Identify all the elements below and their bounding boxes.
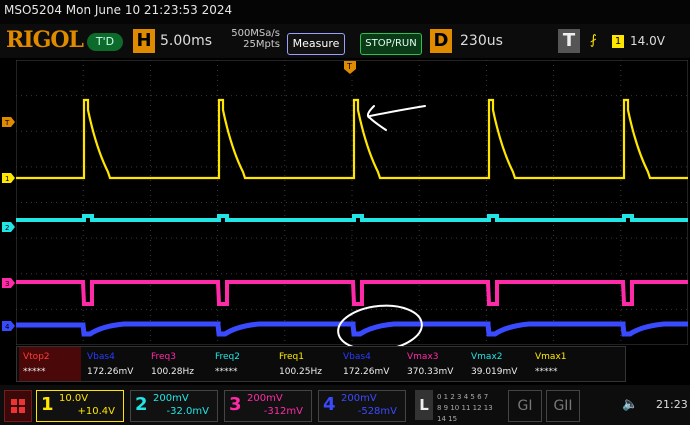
measurement-item[interactable]: Vbas4 172.26mV (339, 347, 401, 381)
measurement-name: Vmax1 (535, 352, 567, 362)
ch1-number: 1 (41, 394, 54, 415)
generator-1-button[interactable]: GI (508, 390, 542, 422)
svg-text:4: 4 (5, 323, 10, 331)
window-title: MSO5204 Mon June 10 21:23:53 2024 (4, 3, 233, 17)
ch4-scale: 200mV (341, 393, 377, 404)
measure-button[interactable]: Measure (287, 33, 345, 55)
measurement-item[interactable]: Vmax1 ***** (531, 347, 593, 381)
measurement-item[interactable]: Vmax2 39.019mV (467, 347, 529, 381)
logic-analyzer-button[interactable]: L (415, 390, 433, 420)
clock-time: 21:23 (656, 398, 688, 411)
ch3-number: 3 (229, 394, 242, 415)
trigger-level[interactable]: 14.0V (630, 34, 665, 48)
ch1-settings[interactable]: 1 10.0V +10.4V (36, 390, 124, 422)
svg-text:3: 3 (5, 280, 9, 288)
timebase-value[interactable]: 5.00ms (160, 33, 212, 49)
measurement-value: 39.019mV (471, 367, 518, 377)
horizontal-label[interactable]: H (133, 29, 155, 53)
ch2-settings[interactable]: 2 200mV -32.0mV (130, 390, 218, 422)
measurement-name: Vmax2 (471, 352, 503, 362)
arrow-annotation (366, 105, 426, 131)
ch3-scale: 200mV (247, 393, 283, 404)
ch2-number: 2 (135, 394, 148, 415)
trigger-level-marker[interactable]: T (2, 117, 15, 127)
measurement-item[interactable]: Vmax3 370.33mV (403, 347, 465, 381)
measurement-name: Vbas4 (343, 352, 371, 362)
ch1-marker[interactable]: 1 (2, 173, 15, 183)
channel-markers: T 1 2 3 4 (2, 117, 15, 331)
svg-text:2: 2 (5, 224, 9, 232)
rising-edge-icon: ⨏ (590, 33, 597, 48)
measurement-value: 100.25Hz (279, 367, 322, 377)
svg-text:T: T (346, 62, 352, 71)
logic-channels[interactable]: 0 1 2 3 4 5 6 7 8 9 10 11 12 13 14 15 (437, 392, 503, 425)
measurement-value: 172.26mV (343, 367, 390, 377)
ch2-scale: 200mV (153, 393, 189, 404)
ch1-scale: 10.0V (59, 393, 89, 404)
logic-channels-row1: 0 1 2 3 4 5 6 7 (437, 393, 489, 401)
measurement-name: Freq2 (215, 352, 241, 362)
measurement-item[interactable]: Freq2 ***** (211, 347, 273, 381)
measurement-bar: Vtop2 ***** Vbas4 172.26mV Freq3 100.28Hz Freq… (16, 346, 626, 382)
ch4-settings[interactable]: 4 200mV -528mV (318, 390, 406, 422)
delay-value[interactable]: 230us (460, 33, 503, 49)
trigger-label[interactable]: T (558, 29, 580, 53)
measurement-value: 172.26mV (87, 367, 134, 377)
ch3-offset: -312mV (263, 406, 303, 417)
measurement-name: Freq3 (151, 352, 177, 362)
measurement-name: Vtop2 (23, 352, 50, 362)
rigol-logo: RIGOL (6, 27, 84, 53)
menu-grid-icon[interactable] (4, 390, 32, 422)
measurement-item[interactable]: Freq1 100.25Hz (275, 347, 337, 381)
stop-run-button[interactable]: STOP/RUN (360, 33, 422, 55)
ch3-settings[interactable]: 3 200mV -312mV (224, 390, 312, 422)
svg-text:1: 1 (5, 175, 9, 183)
measurement-value: ***** (535, 367, 558, 377)
ch2-offset: -32.0mV (166, 406, 209, 417)
ch1-offset: +10.4V (77, 406, 116, 417)
trigger-source[interactable]: 1 (612, 35, 624, 48)
svg-text:T: T (4, 119, 10, 127)
speaker-icon[interactable]: 🔈 (622, 397, 638, 412)
measurement-name: Vbas4 (87, 352, 115, 362)
ch3-marker[interactable]: 3 (2, 278, 15, 288)
measurement-item[interactable]: Freq3 100.28Hz (147, 347, 209, 381)
measurement-value: ***** (215, 367, 238, 377)
measurement-value: 100.28Hz (151, 367, 194, 377)
ch4-offset: -528mV (357, 406, 397, 417)
delay-label[interactable]: D (430, 29, 452, 53)
generator-2-button[interactable]: GII (546, 390, 580, 422)
trigger-position-marker[interactable]: T (343, 60, 357, 74)
title-bar: MSO5204 Mon June 10 21:23:53 2024 (0, 0, 690, 24)
measurement-name: Freq1 (279, 352, 305, 362)
measurement-item[interactable]: Vtop2 ***** (19, 347, 81, 381)
ch4-marker[interactable]: 4 (2, 321, 15, 331)
memory-depth: 25Mpts (243, 39, 280, 50)
measurement-value: 370.33mV (407, 367, 454, 377)
handwritten-annotations (337, 105, 426, 352)
logic-channels-row2: 8 9 10 11 12 13 14 15 (437, 404, 493, 423)
ch2-marker[interactable]: 2 (2, 222, 15, 232)
trigger-status-badge: T'D (87, 33, 123, 51)
ch4-number: 4 (323, 394, 336, 415)
measurement-name: Vmax3 (407, 352, 439, 362)
measurement-value: ***** (23, 367, 46, 377)
measurement-item[interactable]: Vbas4 172.26mV (83, 347, 145, 381)
